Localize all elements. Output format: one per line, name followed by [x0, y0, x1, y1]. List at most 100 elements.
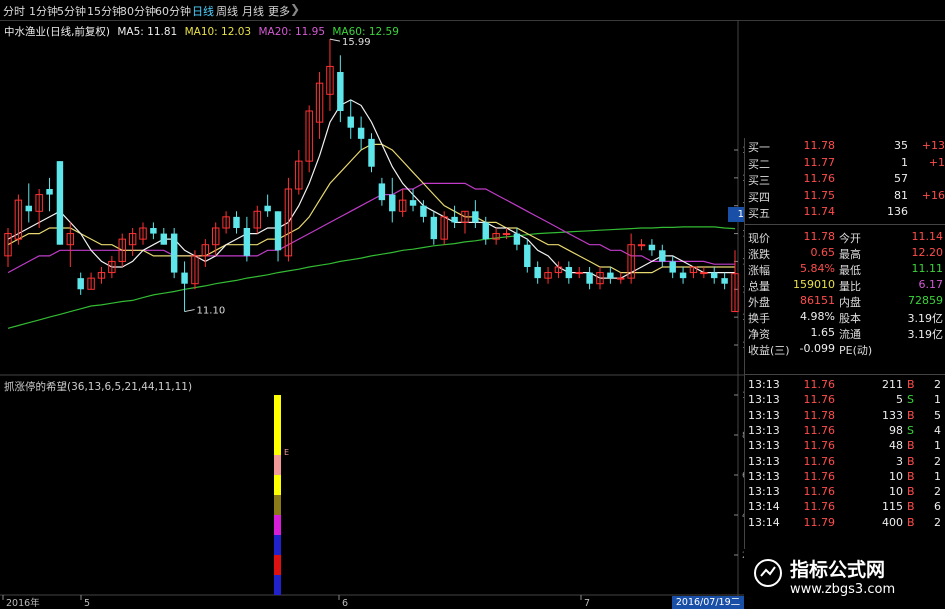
tick-side: B [907, 408, 915, 422]
tab-1[interactable]: 1分钟 [29, 3, 58, 19]
bid-row: 买二 11.77 1 +1 [745, 156, 945, 172]
tick-row: 13:13 11.76 5 S 1 [745, 393, 945, 409]
stat-label: 最高 [839, 248, 861, 261]
stat-row: 净资 1.65 流通 3.19亿 [745, 326, 945, 342]
tab-5[interactable]: 60分钟 [155, 3, 191, 19]
tick-volume: 48 [889, 439, 903, 453]
stat-row: 换手 4.98% 股本 3.19亿 [745, 310, 945, 326]
indicator-bar-segment [274, 515, 281, 535]
tick-time: 13:13 [748, 393, 780, 407]
stat-row: 收益(三) -0.099 PE(动) [745, 342, 945, 358]
stat-row: 涨跌 0.65 最高 12.20 [745, 246, 945, 262]
bid-price: 11.75 [803, 188, 836, 202]
stat-label: 涨幅 [748, 264, 770, 277]
indicator-bar-segment [274, 495, 281, 515]
bid-label: 买五 [748, 207, 770, 220]
tick-price: 11.79 [803, 515, 836, 529]
candle-body [378, 183, 386, 201]
candle-body [607, 272, 614, 279]
bid-label: 买二 [748, 157, 770, 171]
tick-volume: 133 [882, 408, 903, 422]
candle-body [700, 272, 708, 275]
stat-value: 1.65 [810, 326, 836, 339]
tick-row: 13:13 11.76 98 S 4 [745, 424, 945, 440]
indicator-bar-segment [274, 455, 281, 475]
candle-body [617, 277, 625, 280]
tab-2[interactable]: 5分钟 [57, 3, 86, 19]
tick-volume: 98 [889, 423, 903, 437]
kline-chart[interactable]: 14.0013.5013.0012.5012.0011.5011.0010.50… [0, 20, 744, 609]
stat-label: 收益(三) [748, 344, 790, 357]
cursor-date: 2016/07/19二 [672, 596, 744, 609]
bid-volume: 35 [894, 139, 908, 152]
indicator-bar-segment [274, 395, 281, 415]
tick-side: S [907, 393, 914, 407]
stat-value: 6.17 [918, 278, 944, 291]
tick-side: S [907, 423, 914, 437]
candle-body [472, 211, 479, 223]
tick-count: 2 [934, 454, 941, 468]
ma5-line [7, 99, 735, 279]
tab-3[interactable]: 15分钟 [87, 3, 123, 19]
bid-row: 买三 11.76 57 [745, 172, 945, 188]
tick-side: B [907, 485, 915, 499]
tick-row: 13:14 11.79 400 B 2 [745, 516, 945, 532]
low-label: 11.10 [197, 306, 226, 317]
tick-volume: 3 [896, 454, 903, 468]
xaxis-label: 5 [84, 598, 90, 609]
candle-body [637, 244, 646, 247]
tab-0[interactable]: 分时 [3, 3, 25, 19]
low-marker [184, 309, 195, 313]
tick-time: 13:14 [748, 500, 780, 514]
candle-body [160, 233, 168, 245]
stat-row: 涨幅 5.84% 最低 11.11 [745, 262, 945, 278]
candle-body [430, 216, 438, 240]
candle-body [357, 127, 365, 139]
stat-label: 今开 [839, 232, 861, 245]
tab-9[interactable]: 更多 [268, 3, 290, 19]
candle-body [502, 233, 511, 236]
candle-body [274, 211, 282, 251]
stat-value: 86151 [800, 294, 835, 307]
stat-value: 3.19亿 [907, 328, 944, 341]
tab-7[interactable]: 周线 [216, 3, 238, 19]
tick-price: 11.78 [803, 408, 836, 422]
indicator-bar-segment [274, 575, 281, 595]
bid-label: 买三 [748, 174, 770, 187]
indicator-bar-segment [274, 535, 281, 555]
tick-time: 13:13 [748, 423, 780, 437]
candle-body [56, 161, 64, 245]
tick-count: 1 [934, 393, 941, 407]
candle-body [25, 205, 32, 212]
bid-volume: 1 [901, 155, 908, 169]
tick-volume: 211 [882, 378, 903, 391]
candle-body [150, 228, 157, 234]
candle-body [586, 272, 593, 284]
bid-label: 买四 [748, 190, 770, 204]
tick-row: 13:13 11.76 10 B 2 [745, 485, 945, 501]
indicator-mark: E [284, 448, 289, 457]
tab-4[interactable]: 30分钟 [120, 3, 156, 19]
bid-label: 买一 [748, 141, 770, 154]
candle-body [565, 267, 573, 279]
more-chevron-icon[interactable]: ❯ [290, 2, 300, 16]
stat-value: 5.84% [800, 262, 835, 275]
candle-body [648, 244, 656, 251]
tick-count: 5 [934, 408, 941, 422]
stat-value: 12.20 [911, 246, 944, 259]
tick-side: B [907, 515, 915, 529]
ma60-line [7, 226, 736, 329]
candle-body [659, 250, 666, 262]
tab-8[interactable]: 月线 [242, 3, 264, 19]
stat-label: 涨跌 [748, 248, 770, 261]
candle-body [77, 278, 84, 290]
stock-name: 中水渔业(日线,前复权) [4, 26, 111, 38]
stat-value: 11.14 [911, 230, 944, 243]
tab-6[interactable]: 日线 [192, 3, 214, 19]
tick-volume: 5 [896, 393, 903, 407]
tick-volume: 10 [889, 485, 903, 499]
tick-price: 11.76 [803, 423, 836, 437]
tick-count: 6 [934, 500, 941, 514]
stat-value: 72859 [908, 294, 943, 307]
xaxis-label: 6 [342, 598, 348, 609]
